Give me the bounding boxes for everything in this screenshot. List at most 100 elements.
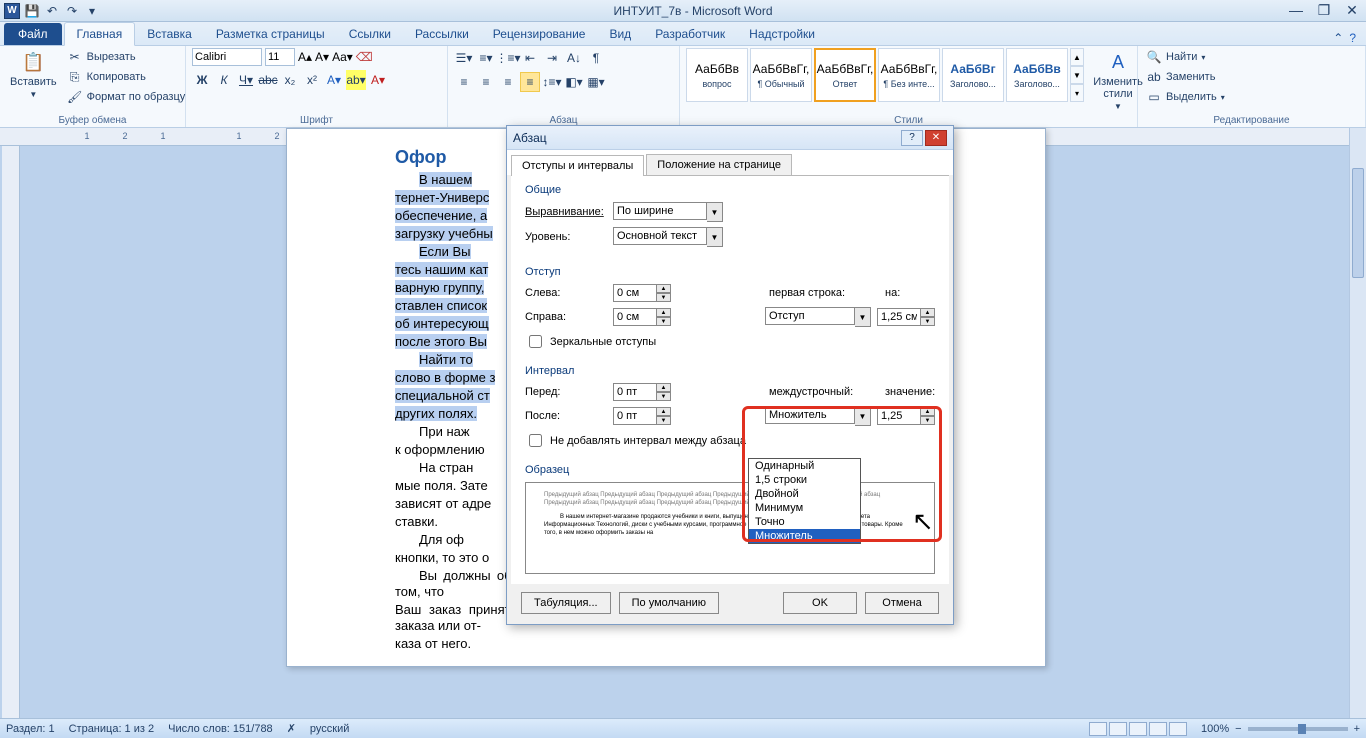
vertical-scrollbar[interactable] bbox=[1349, 128, 1366, 718]
bold-icon[interactable]: Ж bbox=[192, 70, 212, 90]
style-item[interactable]: АаБбВвГг,¶ Без инте... bbox=[878, 48, 940, 102]
zoom-level[interactable]: 100% bbox=[1201, 723, 1229, 735]
before-spacing-spinner[interactable]: ▲▼ bbox=[613, 383, 671, 401]
spin-up-icon[interactable]: ▲ bbox=[657, 383, 671, 392]
chevron-down-icon[interactable]: ▼ bbox=[855, 406, 871, 426]
chevron-down-icon[interactable]: ▼ bbox=[855, 307, 871, 327]
text-effects-icon[interactable]: A▾ bbox=[324, 70, 344, 90]
change-case-icon[interactable]: Aa▾ bbox=[332, 50, 353, 64]
spin-down-icon[interactable]: ▼ bbox=[657, 416, 671, 425]
line-spacing-at-spinner[interactable]: ▲▼ bbox=[877, 407, 935, 425]
tab-references[interactable]: Ссылки bbox=[337, 23, 403, 45]
cancel-button[interactable]: Отмена bbox=[865, 592, 939, 614]
shrink-font-icon[interactable]: A▾ bbox=[315, 50, 329, 64]
status-section[interactable]: Раздел: 1 bbox=[6, 723, 55, 735]
numbering-icon[interactable]: ≡▾ bbox=[476, 48, 496, 68]
dropdown-option[interactable]: Двойной bbox=[749, 487, 860, 501]
alignment-combo[interactable]: ▼ bbox=[613, 202, 723, 222]
tab-addins[interactable]: Надстройки bbox=[737, 23, 827, 45]
superscript-icon[interactable]: x² bbox=[302, 70, 322, 90]
subscript-icon[interactable]: x₂ bbox=[280, 70, 300, 90]
dropdown-option[interactable]: 1,5 строки bbox=[749, 473, 860, 487]
view-buttons[interactable] bbox=[1089, 722, 1187, 736]
replace-button[interactable]: abЗаменить bbox=[1144, 68, 1227, 86]
dropdown-option-selected[interactable]: Множитель bbox=[749, 529, 860, 543]
underline-icon[interactable]: Ч▾ bbox=[236, 70, 256, 90]
justify-icon[interactable]: ≡ bbox=[520, 72, 540, 92]
font-color-icon[interactable]: A▾ bbox=[368, 70, 388, 90]
chevron-down-icon[interactable]: ▼ bbox=[707, 227, 723, 247]
status-page[interactable]: Страница: 1 из 2 bbox=[69, 723, 155, 735]
zoom-out-icon[interactable]: − bbox=[1235, 723, 1241, 735]
dialog-help-button[interactable]: ? bbox=[901, 130, 923, 146]
spin-up-icon[interactable]: ▲ bbox=[921, 308, 935, 317]
help-icon[interactable]: ? bbox=[1349, 31, 1356, 45]
undo-icon[interactable]: ↶ bbox=[44, 3, 60, 19]
align-left-icon[interactable]: ≡ bbox=[454, 72, 474, 92]
show-marks-icon[interactable]: ¶ bbox=[586, 48, 606, 68]
save-icon[interactable]: 💾 bbox=[24, 3, 40, 19]
tab-mailings[interactable]: Рассылки bbox=[403, 23, 481, 45]
minimize-ribbon-icon[interactable]: ⌃ bbox=[1333, 31, 1343, 45]
spin-up-icon[interactable]: ▲ bbox=[657, 308, 671, 317]
dropdown-option[interactable]: Минимум bbox=[749, 501, 860, 515]
tab-view[interactable]: Вид bbox=[597, 23, 643, 45]
tab-developer[interactable]: Разработчик bbox=[643, 23, 737, 45]
zoom-slider[interactable] bbox=[1248, 727, 1348, 731]
firstline-by-spinner[interactable]: ▲▼ bbox=[877, 308, 935, 326]
style-item[interactable]: АаБбВввопрос bbox=[686, 48, 748, 102]
close-button[interactable]: ✕ bbox=[1342, 2, 1362, 19]
find-button[interactable]: 🔍Найти▾ bbox=[1144, 48, 1227, 66]
copy-button[interactable]: ⎘Копировать bbox=[65, 68, 188, 86]
level-combo[interactable]: ▼ bbox=[613, 227, 723, 247]
multilevel-icon[interactable]: ⋮≡▾ bbox=[498, 48, 518, 68]
dont-add-space-checkbox[interactable]: Не добавлять интервал между абзаца bbox=[525, 431, 935, 450]
tab-review[interactable]: Рецензирование bbox=[481, 23, 598, 45]
style-item[interactable]: АаБбВвЗаголово... bbox=[1006, 48, 1068, 102]
style-item-selected[interactable]: АаБбВвГг,Ответ bbox=[814, 48, 876, 102]
spin-down-icon[interactable]: ▼ bbox=[921, 317, 935, 326]
spin-up-icon[interactable]: ▲ bbox=[657, 407, 671, 416]
left-indent-spinner[interactable]: ▲▼ bbox=[613, 284, 671, 302]
style-item[interactable]: АаБбВвГг,¶ Обычный bbox=[750, 48, 812, 102]
font-size-input[interactable] bbox=[265, 48, 295, 66]
align-right-icon[interactable]: ≡ bbox=[498, 72, 518, 92]
styles-scroll-down[interactable]: ▼ bbox=[1070, 66, 1084, 84]
format-painter-button[interactable]: 🖌Формат по образцу bbox=[65, 88, 188, 106]
print-layout-icon[interactable] bbox=[1089, 722, 1107, 736]
default-button[interactable]: По умолчанию bbox=[619, 592, 719, 614]
tab-insert[interactable]: Вставка bbox=[135, 23, 204, 45]
status-words[interactable]: Число слов: 151/788 bbox=[168, 723, 273, 735]
decrease-indent-icon[interactable]: ⇤ bbox=[520, 48, 540, 68]
select-button[interactable]: ▭Выделить▾ bbox=[1144, 88, 1227, 106]
after-spacing-spinner[interactable]: ▲▼ bbox=[613, 407, 671, 425]
status-language[interactable]: русский bbox=[310, 723, 349, 735]
tab-home[interactable]: Главная bbox=[64, 22, 136, 46]
spin-down-icon[interactable]: ▼ bbox=[921, 416, 935, 425]
shading-icon[interactable]: ◧▾ bbox=[564, 72, 584, 92]
restore-button[interactable]: ❐ bbox=[1314, 2, 1334, 19]
italic-icon[interactable]: К bbox=[214, 70, 234, 90]
spin-down-icon[interactable]: ▼ bbox=[657, 293, 671, 302]
bullets-icon[interactable]: ☰▾ bbox=[454, 48, 474, 68]
draft-icon[interactable] bbox=[1169, 722, 1187, 736]
tabs-button[interactable]: Табуляция... bbox=[521, 592, 611, 614]
zoom-in-icon[interactable]: + bbox=[1354, 723, 1360, 735]
sort-icon[interactable]: A↓ bbox=[564, 48, 584, 68]
font-name-input[interactable] bbox=[192, 48, 262, 66]
line-spacing-combo[interactable]: ▼ bbox=[765, 406, 871, 426]
spin-down-icon[interactable]: ▼ bbox=[657, 392, 671, 401]
redo-icon[interactable]: ↷ bbox=[64, 3, 80, 19]
fullscreen-reading-icon[interactable] bbox=[1109, 722, 1127, 736]
proofing-icon[interactable]: ✗ bbox=[287, 722, 296, 735]
cut-button[interactable]: ✂Вырезать bbox=[65, 48, 188, 66]
borders-icon[interactable]: ▦▾ bbox=[586, 72, 606, 92]
increase-indent-icon[interactable]: ⇥ bbox=[542, 48, 562, 68]
highlight-icon[interactable]: ab▾ bbox=[346, 70, 366, 90]
paste-button[interactable]: 📋 Вставить ▼ bbox=[6, 48, 61, 101]
mirror-indents-checkbox[interactable]: Зеркальные отступы bbox=[525, 332, 935, 351]
dropdown-option[interactable]: Одинарный bbox=[749, 459, 860, 473]
web-layout-icon[interactable] bbox=[1129, 722, 1147, 736]
qat-dropdown-icon[interactable]: ▾ bbox=[84, 3, 100, 19]
outline-icon[interactable] bbox=[1149, 722, 1167, 736]
